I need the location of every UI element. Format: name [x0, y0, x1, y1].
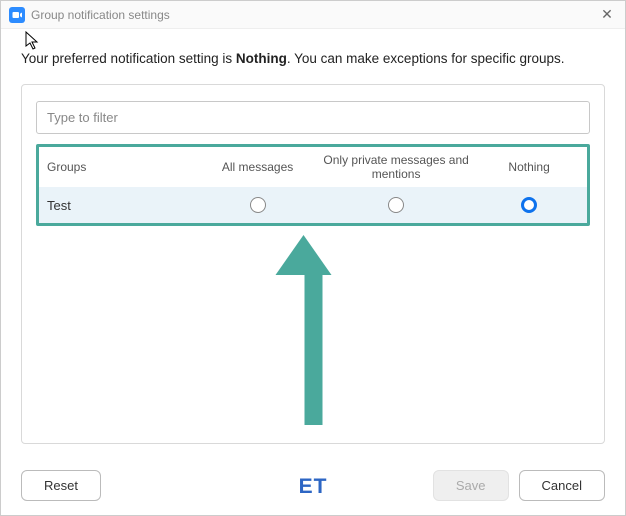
reset-button[interactable]: Reset — [21, 470, 101, 501]
groups-table: Groups All messages Only private message… — [36, 144, 590, 226]
description-prefix: Your preferred notification setting is — [21, 51, 236, 66]
col-private-mentions: Only private messages and mentions — [313, 153, 479, 181]
radio-private-mentions[interactable] — [388, 197, 404, 213]
footer: Reset Save Cancel — [21, 470, 605, 501]
group-name: Test — [47, 198, 202, 213]
annotation-arrow-icon — [295, 235, 332, 425]
col-nothing: Nothing — [479, 160, 579, 174]
table-row: Test — [39, 187, 587, 223]
titlebar: Group notification settings ✕ — [1, 1, 625, 29]
save-button: Save — [433, 470, 509, 501]
cancel-button[interactable]: Cancel — [519, 470, 605, 501]
window-title: Group notification settings — [31, 8, 597, 22]
radio-all-messages[interactable] — [250, 197, 266, 213]
radio-nothing[interactable] — [521, 197, 537, 213]
col-groups: Groups — [47, 160, 202, 174]
col-all-messages: All messages — [202, 160, 313, 174]
close-icon[interactable]: ✕ — [597, 5, 617, 25]
filter-input[interactable] — [36, 101, 590, 134]
description-setting: Nothing — [236, 51, 287, 66]
description-text: Your preferred notification setting is N… — [1, 29, 625, 78]
settings-panel: Groups All messages Only private message… — [21, 84, 605, 444]
description-suffix: . You can make exceptions for specific g… — [287, 51, 565, 66]
zoom-app-icon — [9, 7, 25, 23]
table-header: Groups All messages Only private message… — [39, 147, 587, 187]
